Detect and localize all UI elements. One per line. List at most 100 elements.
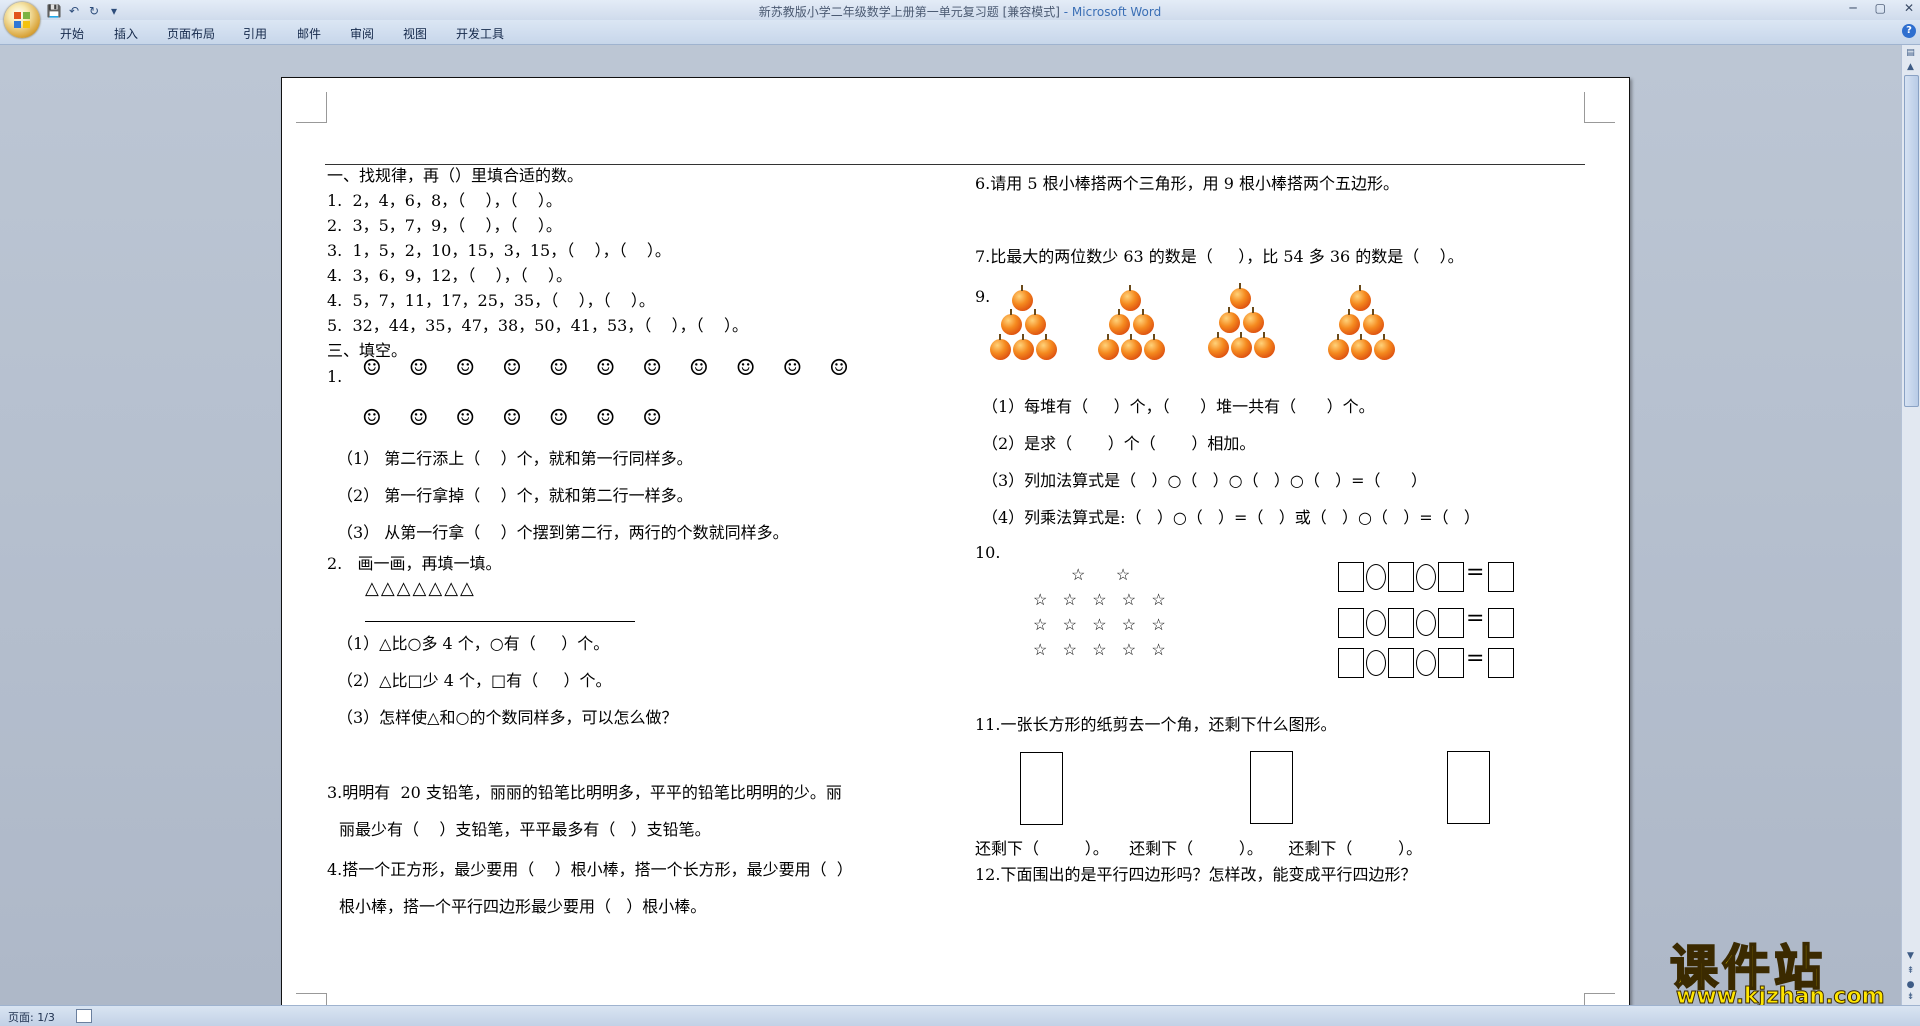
operator-circle[interactable] xyxy=(1366,650,1386,676)
operator-circle[interactable] xyxy=(1416,650,1436,676)
apple-icon xyxy=(1013,334,1034,360)
apple-icon xyxy=(1025,309,1046,335)
q1-sub-item: （1） 第二行添上（ ）个，就和第一行同样多。 xyxy=(337,449,693,468)
star-row: ☆ ☆ ☆ ☆ ☆ xyxy=(1033,640,1166,659)
answer-box[interactable] xyxy=(1388,608,1414,638)
answer-box[interactable] xyxy=(1338,648,1364,678)
equals-sign: = xyxy=(1466,560,1485,585)
question-7: 7.比最大的两位数少 63 的数是（ ），比 54 多 36 的数是（ ）。 xyxy=(975,247,1464,266)
pattern-item: 4. 3，6，9，12，（ ），（ ）。 xyxy=(327,266,573,285)
proofing-icon[interactable] xyxy=(76,1009,92,1023)
apple-icon xyxy=(1363,309,1384,335)
operator-circle[interactable] xyxy=(1416,564,1436,590)
tab-page-layout[interactable]: 页面布局 xyxy=(167,25,215,42)
tab-insert[interactable]: 插入 xyxy=(114,25,138,42)
operator-circle[interactable] xyxy=(1416,610,1436,636)
q2-sub-item: （3）怎样使△和○的个数同样多，可以怎么做？ xyxy=(337,708,678,727)
apple-icon xyxy=(1351,334,1372,360)
operator-circle[interactable] xyxy=(1366,564,1386,590)
apple-icon xyxy=(1254,332,1275,358)
q9-sub-item: （4）列乘法算式是:（ ）○（ ）=（ ）或（ ）○（ ）=（ ） xyxy=(982,508,1480,527)
question-4-line: 4.搭一个正方形，最少要用（ ）根小棒，搭一个长方形，最少要用（ ） xyxy=(327,860,853,879)
question-12: 12.下面围出的是平行四边形吗？怎样改，能变成平行四边形？ xyxy=(975,865,1417,884)
pattern-item: 5. 32，44，35，47，38，50，41，53，（ ），（ ）。 xyxy=(327,316,749,335)
question-9-label: 9. xyxy=(975,287,991,306)
tab-mailings[interactable]: 邮件 xyxy=(297,25,321,42)
star-row: ☆ ☆ ☆ ☆ ☆ xyxy=(1033,590,1166,609)
document-page[interactable]: 一、找规律，再（）里填合适的数。 1. 2，4，6，8，（ ），（ ）。 2. … xyxy=(281,77,1630,1009)
pattern-item: 3. 1，5，2，10，15，3，15，（ ），（ ）。 xyxy=(327,241,671,260)
apple-icon xyxy=(1036,334,1057,360)
question-11: 11.一张长方形的纸剪去一个角，还剩下什么图形。 xyxy=(975,715,1337,734)
next-page-icon[interactable]: ⇟ xyxy=(1904,991,1917,1004)
customize-qat-icon[interactable]: ▾ xyxy=(106,3,122,19)
answer-box[interactable] xyxy=(1438,562,1464,592)
quick-access-toolbar: 💾 ↶ ↻ ▾ xyxy=(46,2,122,20)
previous-page-icon[interactable]: ⇞ xyxy=(1904,965,1917,978)
paper-rectangle xyxy=(1447,751,1490,824)
apple-icon xyxy=(1012,285,1033,311)
pattern-item: 4. 5，7，11，17，25，35，（ ），（ ）。 xyxy=(327,291,655,310)
office-button[interactable] xyxy=(4,2,40,38)
redo-icon[interactable]: ↻ xyxy=(86,3,102,19)
answer-box[interactable] xyxy=(1388,648,1414,678)
question-2-title: 2. 画一画，再填一填。 xyxy=(327,554,502,573)
answer-box[interactable] xyxy=(1338,562,1364,592)
answer-box[interactable] xyxy=(1488,608,1514,638)
vertical-scrollbar[interactable]: ▤ ▲ ▼ ⇞ ● ⇟ xyxy=(1901,45,1920,1005)
q9-sub-item: （3）列加法算式是（ ）○（ ）○（ ）○（ ）=（ ） xyxy=(982,471,1428,490)
equals-sign: = xyxy=(1466,606,1485,631)
help-icon[interactable]: ? xyxy=(1902,24,1916,38)
operator-circle[interactable] xyxy=(1366,610,1386,636)
answer-box[interactable] xyxy=(1488,562,1514,592)
apple-icon xyxy=(1144,334,1165,360)
q1-sub-item: （3） 从第一行拿（ ）个摆到第二行，两行的个数就同样多。 xyxy=(337,523,789,542)
office-logo-icon xyxy=(14,12,30,28)
apple-icon xyxy=(1121,334,1142,360)
section-1-title: 一、找规律，再（）里填合适的数。 xyxy=(327,166,584,185)
title-bar: 新苏教版小学二年级数学上册第一单元复习题 [兼容模式] - Microsoft … xyxy=(0,0,1920,20)
scroll-down-icon[interactable]: ▼ xyxy=(1904,950,1917,963)
answer-box[interactable] xyxy=(1438,648,1464,678)
q2-sub-item: （2）△比□少 4 个，□有（ ）个。 xyxy=(337,671,612,690)
answer-box[interactable] xyxy=(1388,562,1414,592)
apple-icon xyxy=(1208,332,1229,358)
apple-icon xyxy=(1109,309,1130,335)
answer-box[interactable] xyxy=(1488,648,1514,678)
apple-icon xyxy=(1374,334,1395,360)
apple-icon xyxy=(1230,283,1251,309)
page-indicator[interactable]: 页面: 1/3 xyxy=(8,1009,55,1025)
smiley-row-2: ☺ ☺ ☺ ☺ ☺ ☺ ☺ xyxy=(362,406,673,431)
tab-developer[interactable]: 开发工具 xyxy=(456,25,504,42)
tab-home[interactable]: 开始 xyxy=(60,25,84,42)
maximize-button[interactable]: ▢ xyxy=(1875,1,1886,15)
apple-icon xyxy=(1328,334,1349,360)
q11-answer-line: 还剩下（ ）。 还剩下（ ）。 还剩下（ ）。 xyxy=(975,839,1423,858)
answer-box[interactable] xyxy=(1338,608,1364,638)
q2-sub-item: （1）△比○多 4 个，○有（ ）个。 xyxy=(337,634,610,653)
answer-box[interactable] xyxy=(1438,608,1464,638)
tab-view[interactable]: 视图 xyxy=(403,25,427,42)
save-icon[interactable]: 💾 xyxy=(46,3,62,19)
triangle-row: △△△△△△△ xyxy=(365,578,476,599)
apple-icon xyxy=(1133,309,1154,335)
undo-icon[interactable]: ↶ xyxy=(66,3,82,19)
q9-sub-item: （2）是求（ ）个（ ）相加。 xyxy=(982,434,1256,453)
apple-icon xyxy=(1098,334,1119,360)
tab-references[interactable]: 引用 xyxy=(243,25,267,42)
star-row: ☆ ☆ ☆ ☆ ☆ xyxy=(1033,615,1166,634)
scroll-up-icon[interactable]: ▲ xyxy=(1904,61,1917,74)
apple-icon xyxy=(1219,307,1240,333)
minimize-button[interactable]: ─ xyxy=(1849,1,1856,15)
table-top-border xyxy=(325,164,1585,165)
status-bar: 页面: 1/3 xyxy=(0,1005,1920,1026)
ruler-toggle-icon[interactable]: ▤ xyxy=(1904,47,1917,60)
pattern-item: 1. 2，4，6，8，（ ），（ ）。 xyxy=(327,191,562,210)
scrollbar-thumb[interactable] xyxy=(1904,75,1919,407)
tab-review[interactable]: 审阅 xyxy=(350,25,374,42)
q1-sub-item: （2） 第一行拿掉（ ）个，就和第二行一样多。 xyxy=(337,486,693,505)
close-button[interactable]: ✕ xyxy=(1904,1,1914,15)
window-controls: ─ ▢ ✕ xyxy=(1849,1,1914,15)
ribbon-tabs: 开始 插入 页面布局 引用 邮件 审阅 视图 开发工具 ? xyxy=(0,20,1920,45)
crop-mark xyxy=(296,92,327,123)
